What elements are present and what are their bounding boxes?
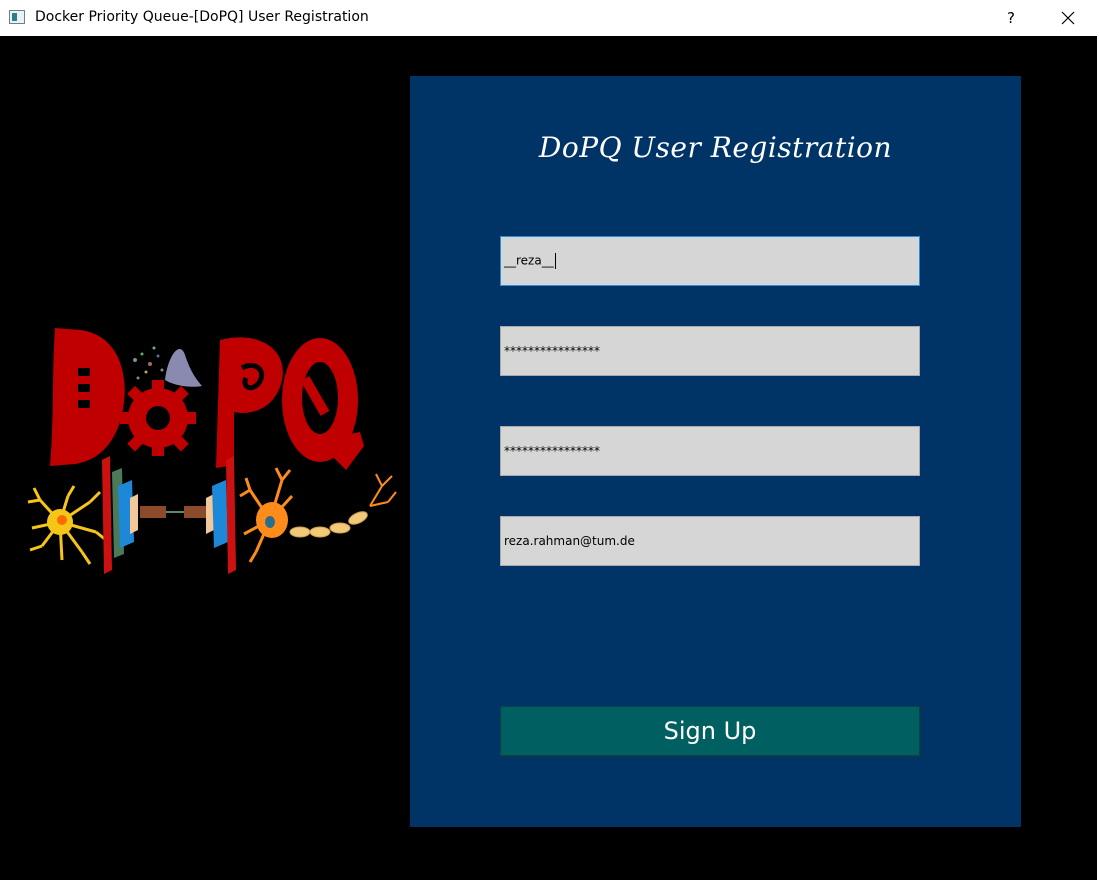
confirm-password-field[interactable]: **************** bbox=[500, 426, 920, 476]
confirm-password-value: **************** bbox=[504, 444, 600, 458]
dopq-logo-image bbox=[27, 328, 397, 574]
email-value: reza.rahman@tum.de bbox=[504, 534, 635, 548]
window-title: Docker Priority Queue-[DoPQ] User Regist… bbox=[35, 9, 369, 25]
help-button[interactable]: ? bbox=[994, 0, 1028, 36]
close-icon bbox=[1061, 11, 1075, 25]
username-field[interactable]: __reza__ bbox=[500, 236, 920, 286]
app-window-icon bbox=[9, 10, 25, 24]
close-button[interactable] bbox=[1046, 0, 1090, 36]
title-bar[interactable]: Docker Priority Queue-[DoPQ] User Regist… bbox=[0, 0, 1099, 36]
password-field[interactable]: **************** bbox=[500, 326, 920, 376]
form-heading: DoPQ User Registration bbox=[538, 131, 893, 164]
username-value: __reza__ bbox=[504, 253, 556, 269]
sign-up-button[interactable]: Sign Up bbox=[500, 706, 920, 756]
password-value: **************** bbox=[504, 344, 600, 358]
dopq-logo bbox=[20, 320, 400, 582]
email-field[interactable]: reza.rahman@tum.de bbox=[500, 516, 920, 566]
registration-panel: DoPQ User Registration __reza__ ********… bbox=[410, 76, 1021, 827]
text-cursor bbox=[554, 253, 556, 269]
